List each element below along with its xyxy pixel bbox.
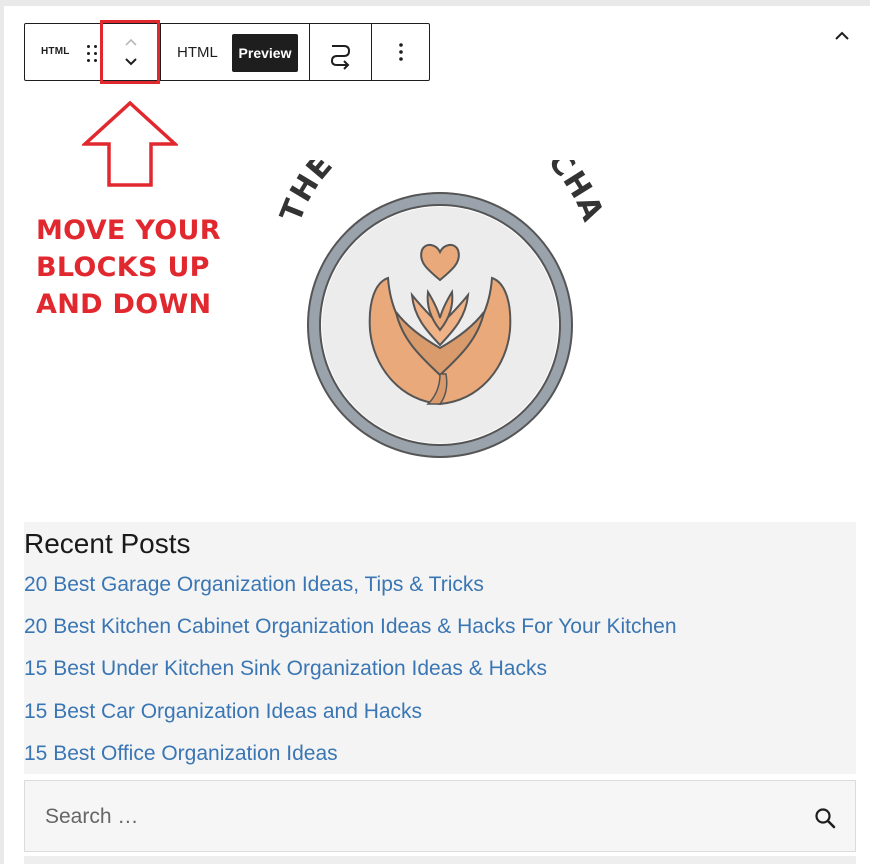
bottom-strip: [24, 856, 856, 864]
tab-preview[interactable]: Preview: [232, 34, 298, 72]
tab-html[interactable]: HTML: [177, 44, 218, 61]
transform-icon: [330, 45, 351, 70]
toolbar-divider: [160, 24, 161, 80]
block-toolbar: HTML HTML Preview: [24, 23, 430, 81]
up-arrow-icon: [82, 100, 178, 187]
top-border: [0, 0, 870, 6]
recent-post-link[interactable]: 15 Best Car Organization Ideas and Hacks: [24, 700, 422, 724]
annotation-text: MOVE YOUR BLOCKS UP AND DOWN: [36, 212, 266, 323]
more-options-button[interactable]: [372, 24, 430, 80]
search-input[interactable]: [43, 797, 787, 837]
transform-button[interactable]: [310, 24, 371, 80]
more-options-icon: [399, 43, 403, 61]
annotation-line: BLOCKS UP: [36, 252, 210, 283]
highlight-box: [100, 20, 160, 84]
recent-post-link[interactable]: 15 Best Under Kitchen Sink Organization …: [24, 657, 547, 681]
search-form: [24, 780, 856, 852]
search-icon[interactable]: [814, 807, 836, 829]
chevron-up-icon[interactable]: [832, 28, 852, 44]
left-border: [0, 0, 4, 864]
recent-posts-title: Recent Posts: [24, 528, 191, 559]
html-block-icon: HTML: [41, 46, 70, 57]
recent-post-link[interactable]: 15 Best Office Organization Ideas: [24, 742, 338, 766]
modern-mocha-logo: THE MODERN MOCHA: [278, 160, 608, 458]
annotation-line: MOVE YOUR: [36, 215, 221, 246]
recent-post-link[interactable]: 20 Best Garage Organization Ideas, Tips …: [24, 573, 484, 597]
block-type-button[interactable]: HTML: [25, 24, 81, 80]
drag-handle-icon[interactable]: [87, 45, 99, 63]
recent-post-link[interactable]: 20 Best Kitchen Cabinet Organization Ide…: [24, 615, 677, 639]
annotation-line: AND DOWN: [36, 289, 212, 320]
